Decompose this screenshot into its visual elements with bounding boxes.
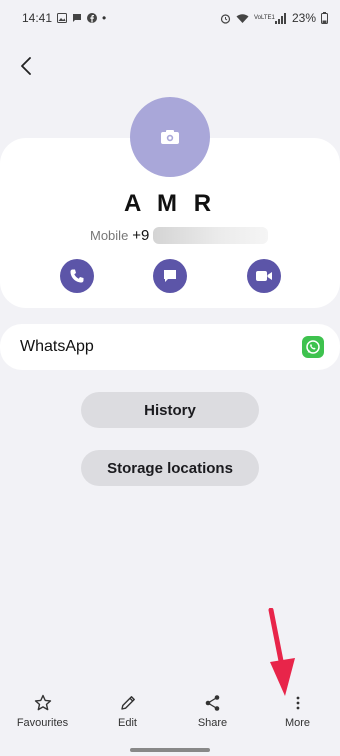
phone-row[interactable]: Mobile +9 <box>90 227 269 244</box>
phone-label: Mobile <box>90 228 129 243</box>
whatsapp-label: WhatsApp <box>20 338 94 355</box>
facebook-icon <box>87 13 98 23</box>
status-dot: • <box>102 11 107 25</box>
edit-label: Edit <box>118 717 137 729</box>
battery-icon <box>321 12 328 24</box>
call-button[interactable] <box>60 259 94 293</box>
chat-icon <box>164 270 176 282</box>
bottom-nav: Favourites Edit Share More <box>0 694 340 744</box>
status-bar: 14:41 • VoLTE1 23% <box>0 0 340 36</box>
battery-percent: 23% <box>291 11 316 25</box>
back-button[interactable] <box>12 52 40 80</box>
share-button[interactable]: Share <box>170 694 255 729</box>
message-button[interactable] <box>153 259 187 293</box>
back-arrow-icon <box>21 57 31 75</box>
status-left: 14:41 • <box>22 11 106 25</box>
share-icon <box>205 695 219 711</box>
annotation-arrow <box>268 608 295 696</box>
pencil-icon <box>120 696 135 710</box>
whatsapp-row[interactable]: WhatsApp <box>0 324 340 370</box>
storage-locations-button[interactable]: Storage locations <box>81 450 259 486</box>
phone-icon <box>70 269 84 283</box>
share-label: Share <box>197 717 228 729</box>
contact-name: A M R <box>123 190 217 217</box>
status-time: 14:41 <box>22 11 53 25</box>
history-button[interactable]: History <box>81 392 259 428</box>
star-icon <box>34 694 51 711</box>
edit-button[interactable]: Edit <box>85 694 170 729</box>
home-indicator[interactable] <box>130 748 210 752</box>
status-right: VoLTE1 23% <box>220 11 328 25</box>
favourites-button[interactable]: Favourites <box>0 694 85 729</box>
whatsapp-icon <box>302 336 324 358</box>
message-icon <box>73 14 82 22</box>
more-button[interactable]: More <box>255 694 340 729</box>
more-vertical-icon <box>296 696 299 710</box>
phone-number-redacted <box>153 227 269 244</box>
alarm-icon <box>220 13 231 24</box>
phone-number: +9 <box>132 227 150 244</box>
video-camera-icon <box>256 271 272 281</box>
signal-icon <box>274 12 286 24</box>
wifi-icon <box>236 13 249 23</box>
network-type: VoLTE1 <box>253 15 275 21</box>
gallery-icon <box>57 13 68 23</box>
video-call-button[interactable] <box>247 259 281 293</box>
more-label: More <box>284 717 311 729</box>
contact-avatar[interactable] <box>130 97 210 177</box>
favourites-label: Favourites <box>16 717 69 729</box>
camera-icon <box>161 130 179 144</box>
